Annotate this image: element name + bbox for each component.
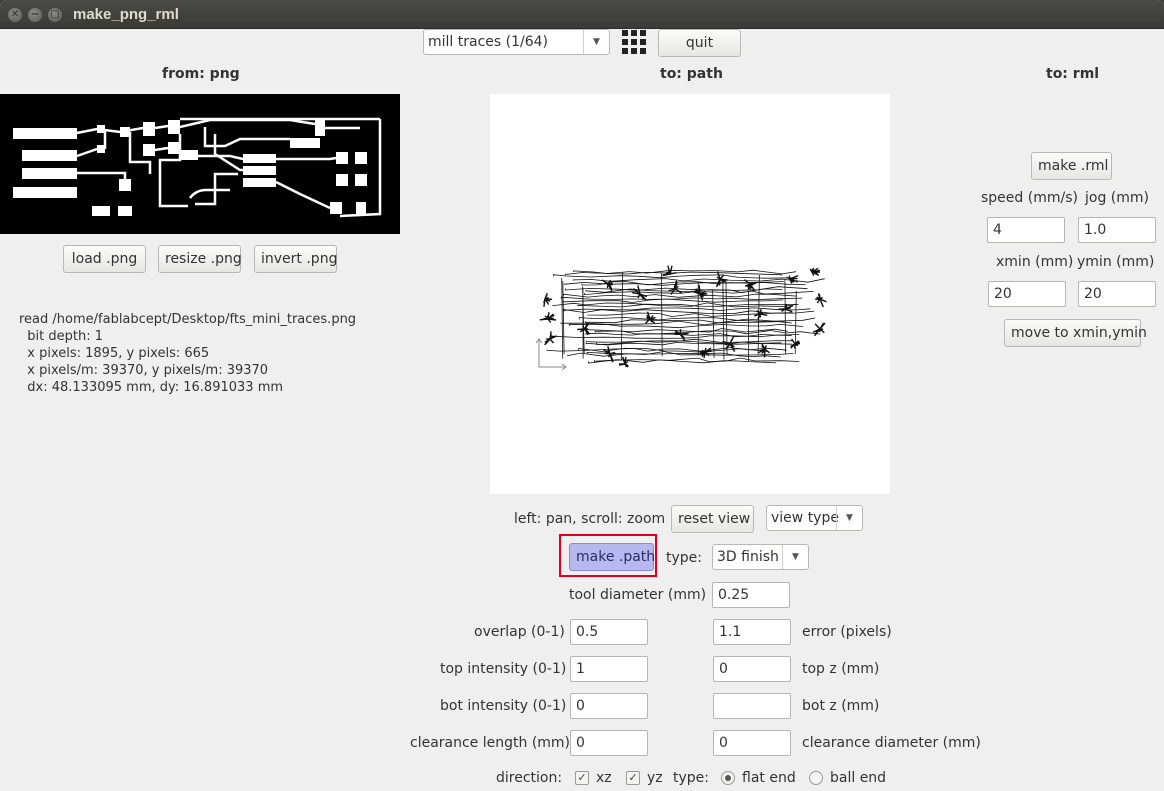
top-z-label: top z (mm): [802, 661, 880, 677]
error-field[interactable]: 1.1: [713, 619, 791, 645]
tool-type-label: type:: [673, 770, 709, 786]
view-type-select[interactable]: view type ▼: [766, 505, 863, 531]
error-label: error (pixels): [802, 624, 892, 640]
direction-label: direction:: [496, 770, 563, 786]
png-panel-heading: from: png: [162, 66, 240, 82]
reset-view-button[interactable]: reset view: [671, 505, 754, 533]
app-window: ✕ − □ make_png_rml mill traces (1/64) ▼ …: [0, 0, 1164, 791]
tool-diameter-field[interactable]: 0.25: [712, 582, 790, 608]
view-hint: left: pan, scroll: zoom: [514, 511, 666, 527]
overlap-label: overlap (0-1): [474, 624, 565, 640]
png-info-line: read /home/fablabcept/Desktop/fts_mini_t…: [19, 312, 357, 327]
path-type-label: type:: [666, 550, 702, 566]
dir-xz-checkbox[interactable]: ✓: [575, 771, 589, 785]
title-bar: ✕ − □ make_png_rml: [0, 0, 1164, 29]
top-intensity-label: top intensity (0-1): [440, 661, 567, 677]
window-title: make_png_rml: [73, 6, 179, 23]
maximize-icon[interactable]: □: [48, 8, 62, 22]
ymin-field[interactable]: 20: [1078, 281, 1156, 307]
dir-yz-label: yz: [647, 770, 663, 786]
speed-label: speed (mm/s): [981, 190, 1078, 206]
make-path-button[interactable]: make .path: [569, 543, 655, 571]
top-intensity-field[interactable]: 1: [570, 656, 648, 682]
quit-button[interactable]: quit: [658, 29, 741, 57]
speed-field[interactable]: 4: [987, 217, 1065, 243]
overlap-field[interactable]: 0.5: [570, 619, 648, 645]
process-select[interactable]: mill traces (1/64) ▼: [423, 29, 610, 55]
dir-yz-checkbox[interactable]: ✓: [626, 771, 640, 785]
rml-panel-heading: to: rml: [1046, 66, 1100, 82]
path-panel-heading: to: path: [660, 66, 723, 82]
clearance-diameter-field[interactable]: 0: [713, 730, 791, 756]
bot-intensity-field[interactable]: 0: [570, 693, 648, 719]
clearance-length-field[interactable]: 0: [570, 730, 648, 756]
clearance-length-label: clearance length (mm): [410, 735, 571, 751]
close-icon[interactable]: ✕: [8, 8, 22, 22]
ball-end-radio[interactable]: [809, 771, 823, 785]
bot-intensity-label: bot intensity (0-1): [440, 698, 567, 714]
make-rml-button[interactable]: make .rml: [1031, 152, 1112, 180]
chevron-down-icon: ▼: [583, 30, 609, 54]
path-view-canvas[interactable]: [490, 94, 890, 494]
chevron-down-icon: ▼: [836, 506, 862, 530]
path-type-select[interactable]: 3D finish ▼: [712, 544, 809, 570]
move-to-xmin-ymin-button[interactable]: move to xmin,ymin: [1004, 319, 1147, 347]
ball-end-label: ball end: [830, 770, 887, 786]
bot-z-field[interactable]: [713, 693, 791, 719]
invert-png-button[interactable]: invert .png: [254, 245, 337, 273]
tool-diameter-label: tool diameter (mm): [569, 587, 707, 603]
xmin-field[interactable]: 20: [988, 281, 1066, 307]
resize-png-button[interactable]: resize .png: [158, 245, 242, 273]
top-z-field[interactable]: 0: [713, 656, 791, 682]
flat-end-label: flat end: [742, 770, 796, 786]
dir-xz-label: xz: [596, 770, 612, 786]
view-type-value: view type: [771, 510, 839, 526]
chevron-down-icon: ▼: [782, 545, 808, 569]
minimize-icon[interactable]: −: [28, 8, 42, 22]
load-png-button[interactable]: load .png: [63, 245, 146, 273]
main-panel: mill traces (1/64) ▼ quit from: png to: …: [0, 29, 1164, 791]
png-info-line: bit depth: 1: [19, 329, 103, 344]
clearance-diameter-label: clearance diameter (mm): [802, 735, 981, 751]
png-info-line: dx: 48.133095 mm, dy: 16.891033 mm: [19, 380, 284, 395]
xmin-label: xmin (mm): [996, 254, 1074, 270]
bot-z-label: bot z (mm): [802, 698, 880, 714]
png-info-line: x pixels/m: 39370, y pixels/m: 39370: [19, 363, 269, 378]
process-select-value: mill traces (1/64): [428, 34, 548, 50]
jog-field[interactable]: 1.0: [1078, 217, 1156, 243]
flat-end-radio[interactable]: [721, 771, 735, 785]
png-info-line: x pixels: 1895, y pixels: 665: [19, 346, 210, 361]
jog-label: jog (mm): [1085, 190, 1149, 206]
png-preview[interactable]: [0, 94, 400, 234]
path-type-value: 3D finish: [717, 549, 779, 565]
grid-icon[interactable]: [621, 29, 647, 55]
ymin-label: ymin (mm): [1077, 254, 1155, 270]
